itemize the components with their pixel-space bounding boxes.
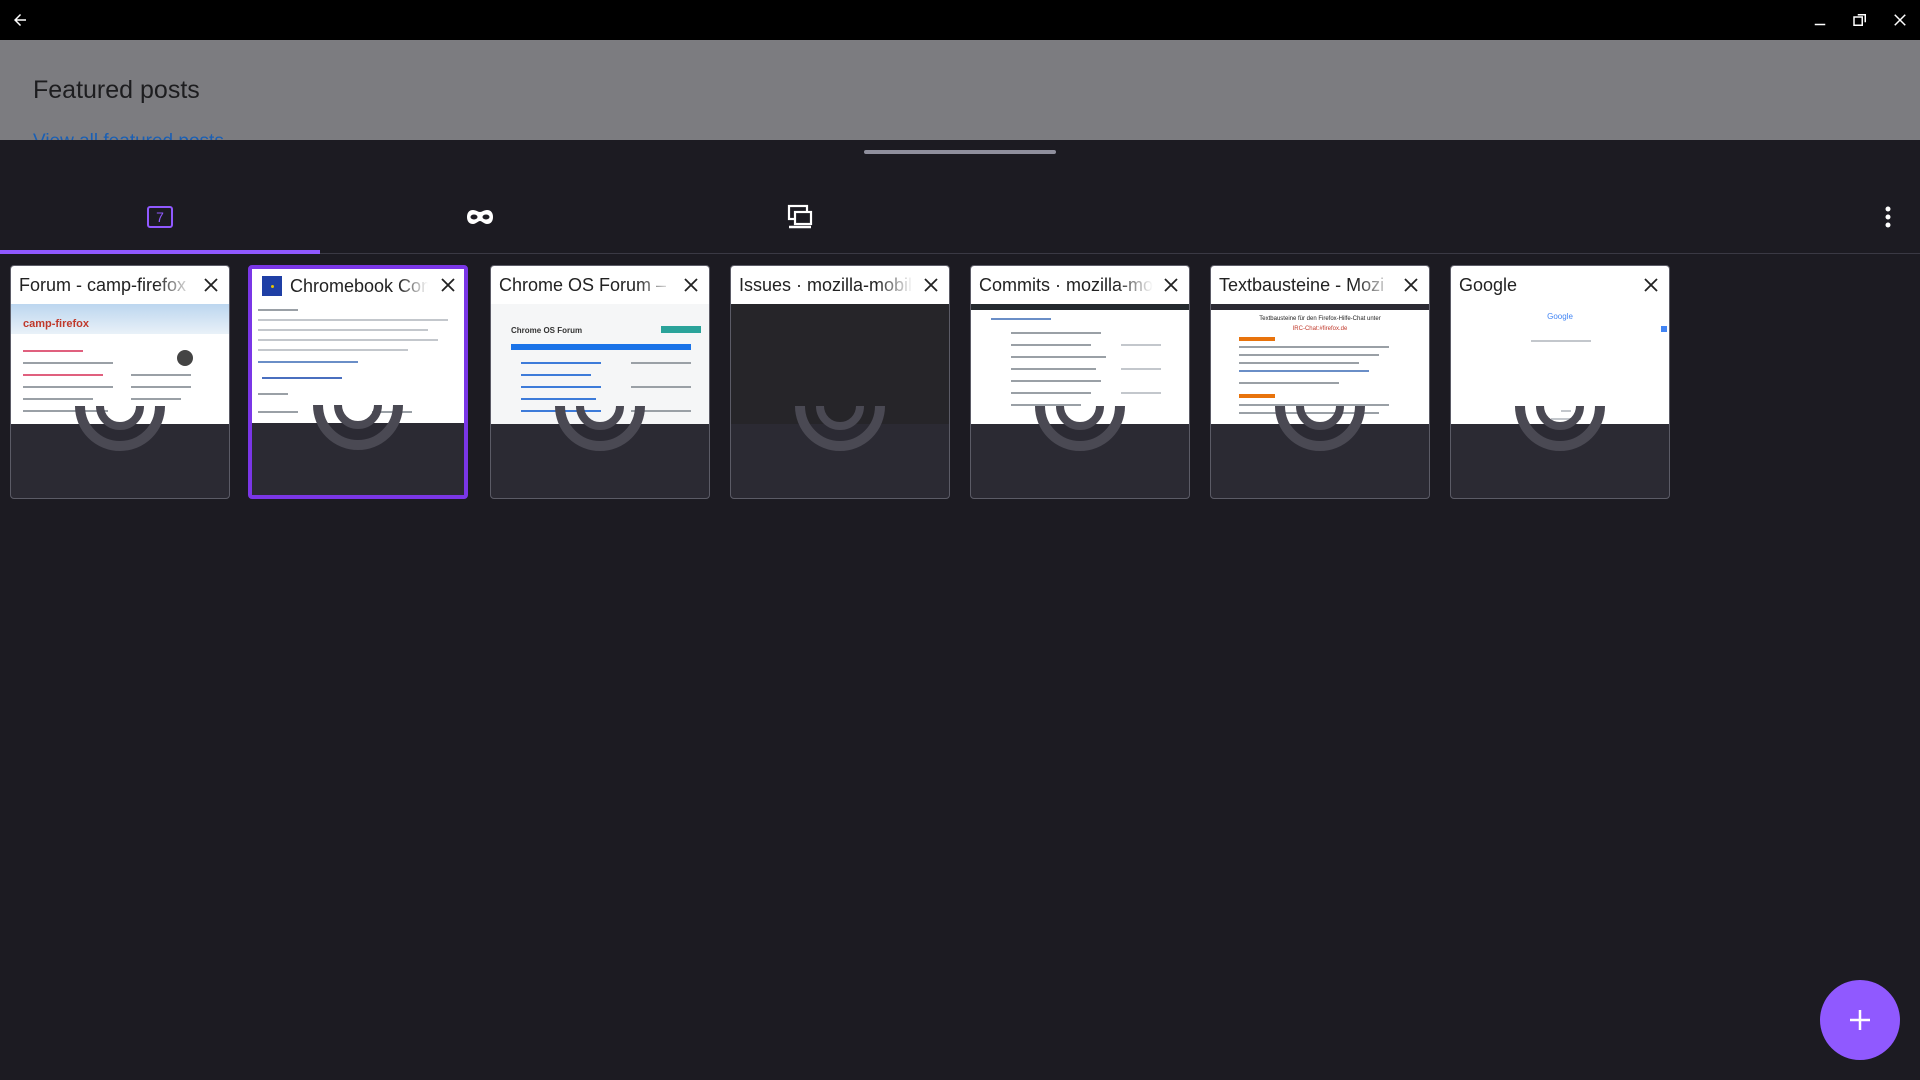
favicon-icon [262, 276, 282, 296]
tab-card-title: Chromebook Com [290, 275, 428, 296]
tab-card-header: Chrome OS Forum – [491, 266, 709, 304]
close-window-button[interactable] [1880, 0, 1920, 40]
thumb-text: Textbausteine für den Firefox-Hilfe-Chat… [1259, 316, 1381, 322]
tab-card-header: Commits · mozilla-mo [971, 266, 1189, 304]
thumb-header-bar [971, 304, 1189, 310]
tab-synced-tabs[interactable] [640, 180, 960, 254]
thumb-text: Google [1547, 312, 1573, 321]
tab-card-selected[interactable]: Chromebook Com [248, 265, 468, 499]
minimize-icon [1814, 23, 1826, 26]
tab-card-header: Chromebook Com [252, 269, 464, 303]
tab-count: 7 [156, 209, 164, 225]
close-tab-button[interactable] [919, 273, 943, 297]
placeholder-logo-icon [313, 405, 403, 450]
tabs-grid: Forum - camp-firefox camp-firefox Chrome… [0, 265, 1920, 505]
close-icon [924, 278, 938, 292]
close-tab-button[interactable] [1399, 273, 1423, 297]
close-tab-button[interactable] [1639, 273, 1663, 297]
tab-card[interactable]: Textbausteine - Mozi Textbausteine für d… [1210, 265, 1430, 499]
restore-button[interactable] [1840, 0, 1880, 40]
featured-posts-heading: Featured posts [33, 76, 200, 104]
thumb-text: Chrome OS Forum [511, 326, 583, 335]
view-all-featured-link[interactable]: View all featured posts [33, 131, 224, 140]
synced-devices-icon [787, 204, 813, 229]
close-tab-button[interactable] [436, 273, 460, 297]
tab-card-title: Forum - camp-firefox [19, 274, 187, 295]
tab-card-title: Issues · mozilla-mobil [739, 274, 913, 295]
more-vert-icon [1885, 206, 1891, 228]
close-icon [1164, 278, 1178, 292]
placeholder-logo-icon [555, 406, 645, 451]
thumb-highlight [1239, 394, 1275, 398]
tab-normal-tabs[interactable]: 7 [0, 180, 320, 254]
avatar [177, 350, 193, 366]
placeholder-logo-icon [1275, 406, 1365, 451]
background-page: Featured posts View all featured posts [0, 40, 1920, 140]
arrow-left-icon [14, 14, 26, 26]
tab-card-title: Commits · mozilla-mo [979, 274, 1153, 295]
thumb-text: camp-firefox [23, 318, 90, 330]
close-icon [441, 278, 455, 292]
restore-icon [1853, 14, 1866, 26]
close-tab-button[interactable] [199, 273, 223, 297]
close-tab-button[interactable] [679, 273, 703, 297]
tab-card[interactable]: Google Google [1450, 265, 1670, 499]
tab-card[interactable]: Chrome OS Forum – Chrome OS Forum [490, 265, 710, 499]
placeholder-logo-icon [1515, 406, 1605, 451]
new-tab-button[interactable] [1820, 980, 1900, 1060]
tab-card[interactable]: Commits · mozilla-mo [970, 265, 1190, 499]
thumb-bar [511, 344, 691, 350]
tab-card-header: Issues · mozilla-mobil [731, 266, 949, 304]
placeholder-logo-icon [1035, 406, 1125, 451]
tab-card[interactable]: Issues · mozilla-mobil [730, 265, 950, 499]
tab-card-header: Textbausteine - Mozi [1211, 266, 1429, 304]
thumb-header-bar [1211, 304, 1429, 310]
plus-icon [1850, 1010, 1870, 1030]
tab-card-title: Google [1459, 274, 1518, 295]
tab-card[interactable]: Forum - camp-firefox camp-firefox [10, 265, 230, 499]
thumb-button [661, 326, 701, 333]
thumb-text: IRC-Chat:#firefox.de [1292, 326, 1348, 332]
thumb-highlight [1239, 337, 1275, 341]
placeholder-logo-icon [75, 406, 165, 451]
close-tab-button[interactable] [1159, 273, 1183, 297]
tab-tray-menu-button[interactable] [1868, 197, 1908, 237]
selected-tab-indicator [0, 250, 320, 254]
tab-card-title: Chrome OS Forum – [499, 274, 667, 295]
back-button[interactable] [0, 0, 40, 40]
window-titlebar [0, 0, 1920, 40]
close-icon [684, 278, 698, 292]
tab-card-header: Google [1451, 266, 1669, 304]
tab-counter-icon: 7 [147, 206, 173, 228]
close-icon [1404, 278, 1418, 292]
thumb-dot [1661, 326, 1667, 332]
close-icon [1894, 14, 1906, 26]
sheet-drag-handle[interactable] [864, 150, 1056, 154]
mask-icon [467, 210, 493, 224]
close-icon [1644, 278, 1658, 292]
tab-tray-sheet: 7 Forum - camp-firefox camp-firefox Chro… [0, 140, 1920, 1080]
tab-card-title: Textbausteine - Mozi [1219, 274, 1385, 295]
minimize-button[interactable] [1800, 0, 1840, 40]
tab-tray-segments: 7 [0, 180, 1920, 254]
tab-card-header: Forum - camp-firefox [11, 266, 229, 304]
placeholder-logo-icon [795, 406, 885, 451]
close-icon [204, 278, 218, 292]
tab-private-tabs[interactable] [320, 180, 640, 254]
